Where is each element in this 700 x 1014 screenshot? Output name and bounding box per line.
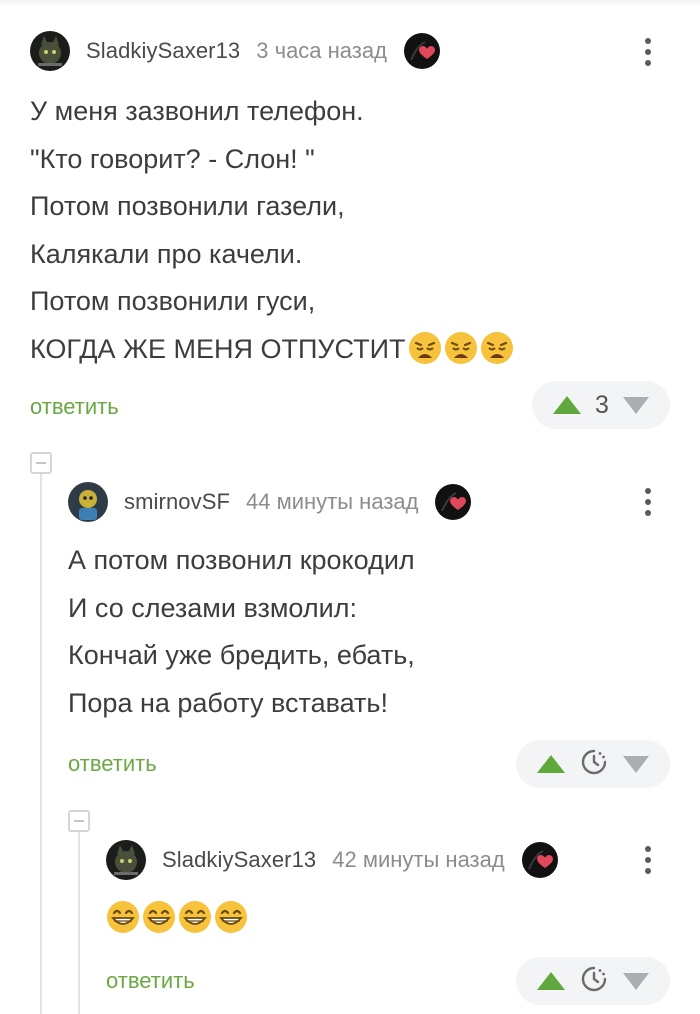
avatar[interactable] [106,840,146,880]
timestamp[interactable]: 42 минуты назад [332,847,504,873]
more-options-icon[interactable] [638,840,658,880]
rating-control [516,957,670,1005]
grinning-face-icon [142,900,176,939]
heart-badge-icon [521,841,559,879]
emoji-row [106,900,248,939]
grinning-face-icon [178,900,212,939]
downvote-icon[interactable] [623,972,649,990]
grinning-face-icon [106,900,140,939]
author-name[interactable]: SladkiySaxer13 [162,847,316,873]
reply-link[interactable]: ответить [106,968,195,994]
upvote-icon[interactable] [537,972,565,990]
comment-3: SladkiySaxer13 42 минуты назад ответить [0,0,700,1014]
grinning-face-icon [214,900,248,939]
timer-icon [579,964,609,999]
